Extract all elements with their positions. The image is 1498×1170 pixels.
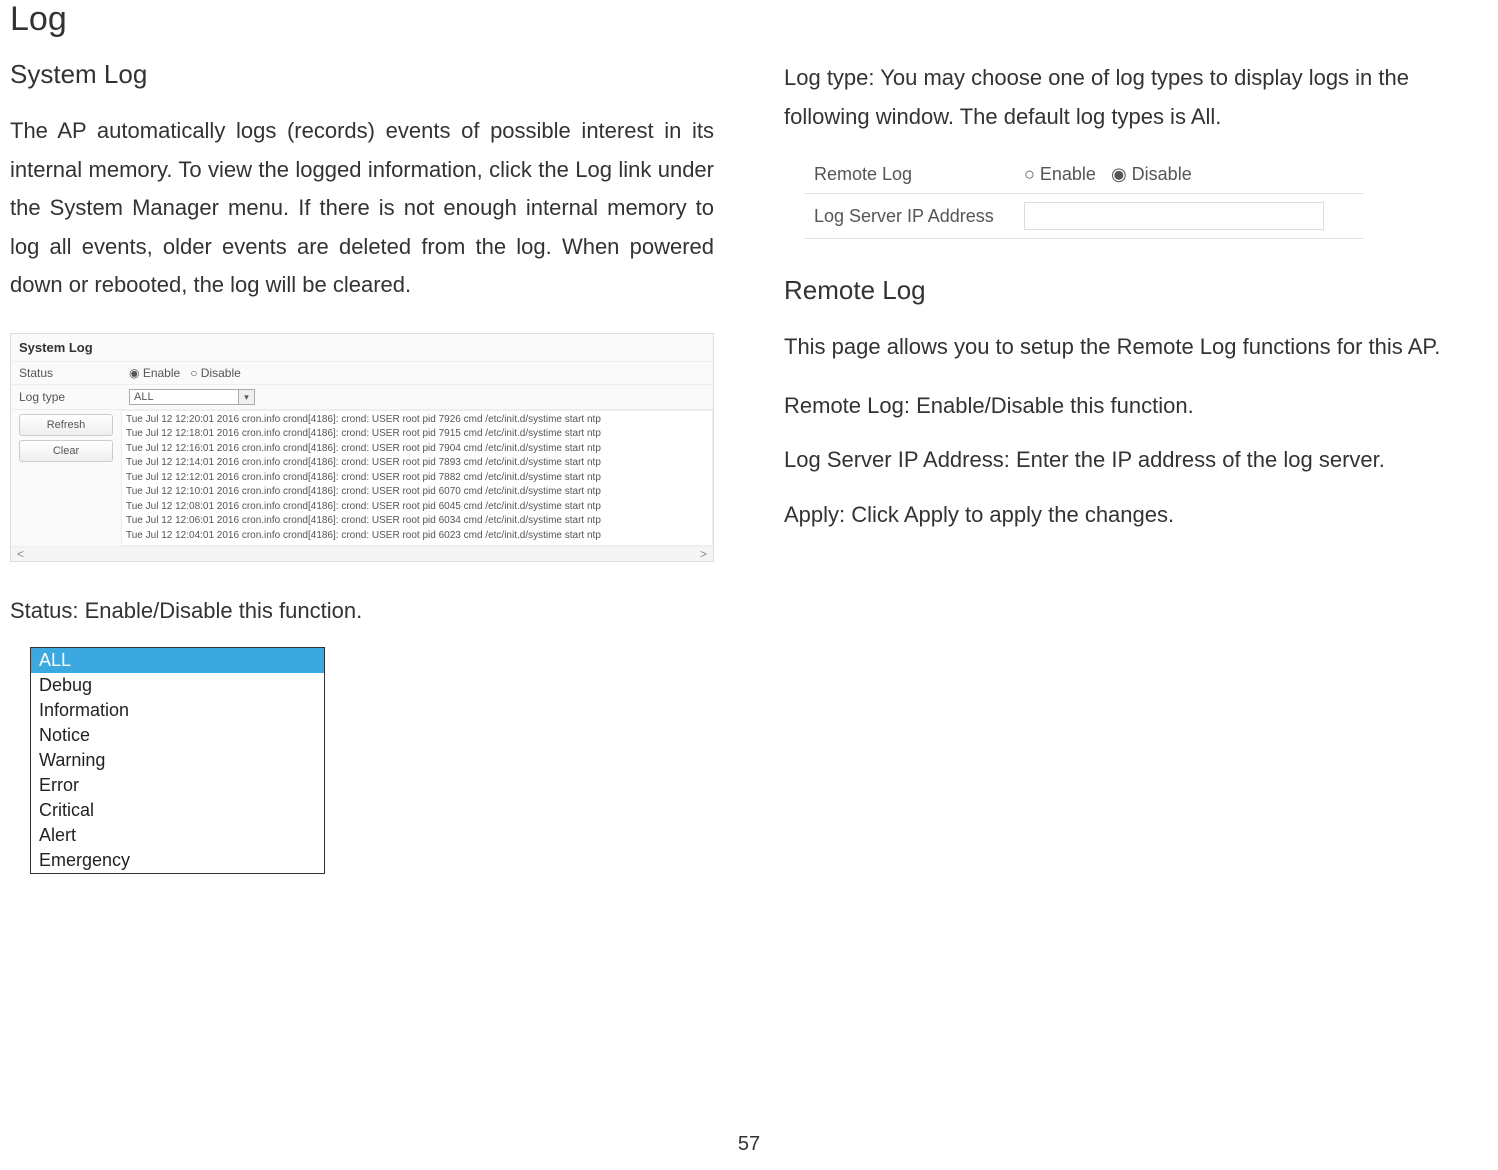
status-description: Status: Enable/Disable this function. bbox=[10, 592, 714, 631]
scroll-left-icon[interactable]: < bbox=[17, 547, 24, 561]
status-label: Status bbox=[19, 366, 129, 380]
remote-log-ip-text: Log Server IP Address: Enter the IP addr… bbox=[784, 441, 1488, 480]
system-log-panel-title: System Log bbox=[11, 334, 713, 361]
log-entry: Tue Jul 12 12:12:01 2016 cron.info crond… bbox=[126, 471, 708, 486]
remote-log-heading: Remote Log bbox=[784, 275, 1488, 306]
logtype-option-notice[interactable]: Notice bbox=[31, 723, 324, 748]
system-log-heading: System Log bbox=[10, 59, 714, 90]
scroll-right-icon[interactable]: > bbox=[700, 547, 707, 561]
status-disable-label: Disable bbox=[201, 366, 241, 380]
logtype-description: Log type: You may choose one of log type… bbox=[784, 59, 1488, 136]
log-entry: Tue Jul 12 12:18:01 2016 cron.info crond… bbox=[126, 427, 708, 442]
remote-disable-label: Disable bbox=[1132, 164, 1192, 184]
log-entry: Tue Jul 12 12:14:01 2016 cron.info crond… bbox=[126, 456, 708, 471]
logtype-option-warning[interactable]: Warning bbox=[31, 748, 324, 773]
remote-log-enable-text: Remote Log: Enable/Disable this function… bbox=[784, 387, 1488, 426]
right-column: Log type: You may choose one of log type… bbox=[784, 59, 1488, 874]
remote-log-row-label: Remote Log bbox=[804, 156, 1014, 194]
system-log-intro: The AP automatically logs (records) even… bbox=[10, 112, 714, 305]
log-entries: Tue Jul 12 12:20:01 2016 cron.info crond… bbox=[121, 410, 713, 547]
remote-disable-radio[interactable]: ◉ Disable bbox=[1111, 164, 1192, 184]
logtype-option-information[interactable]: Information bbox=[31, 698, 324, 723]
status-enable-label: Enable bbox=[143, 366, 180, 380]
logtype-label: Log type bbox=[19, 390, 129, 404]
clear-button[interactable]: Clear bbox=[19, 440, 113, 462]
chevron-down-icon[interactable]: ▾ bbox=[239, 389, 255, 405]
status-radio-group: ◉ Enable ○ Disable bbox=[129, 366, 241, 380]
log-server-ip-label: Log Server IP Address bbox=[804, 194, 1014, 239]
logtype-option-debug[interactable]: Debug bbox=[31, 673, 324, 698]
log-entry: Tue Jul 12 12:04:01 2016 cron.info crond… bbox=[126, 529, 708, 544]
log-entry: Tue Jul 12 12:06:01 2016 cron.info crond… bbox=[126, 514, 708, 529]
status-disable-radio[interactable]: ○ Disable bbox=[190, 366, 241, 380]
page-title: Log bbox=[10, 0, 1488, 39]
remote-enable-radio[interactable]: ○ Enable bbox=[1024, 164, 1096, 184]
remote-log-table: Remote Log ○ Enable ◉ Disable Log Server… bbox=[804, 156, 1364, 239]
log-entry: Tue Jul 12 12:08:01 2016 cron.info crond… bbox=[126, 500, 708, 515]
scrollbar[interactable]: <> bbox=[11, 546, 713, 561]
logtype-select[interactable]: ALL bbox=[129, 389, 239, 405]
logtype-option-critical[interactable]: Critical bbox=[31, 798, 324, 823]
page-number: 57 bbox=[738, 1133, 760, 1156]
logtype-rest: : You may choose one of log types to dis… bbox=[784, 65, 1409, 129]
log-entry: Tue Jul 12 12:20:01 2016 cron.info crond… bbox=[126, 413, 708, 428]
remote-log-intro: This page allows you to setup the Remote… bbox=[784, 328, 1488, 367]
logtype-option-all[interactable]: ALL bbox=[31, 648, 324, 673]
left-column: System Log The AP automatically logs (re… bbox=[10, 59, 714, 874]
logtype-option-error[interactable]: Error bbox=[31, 773, 324, 798]
system-log-panel: System Log Status ◉ Enable ○ Disable Log… bbox=[10, 333, 714, 563]
log-server-ip-input[interactable] bbox=[1024, 202, 1324, 230]
logtype-prefix: Log type bbox=[784, 65, 868, 90]
log-entry: Tue Jul 12 12:10:01 2016 cron.info crond… bbox=[126, 485, 708, 500]
logtype-dropdown-list[interactable]: ALL Debug Information Notice Warning Err… bbox=[30, 647, 325, 874]
log-entry: Tue Jul 12 12:16:01 2016 cron.info crond… bbox=[126, 442, 708, 457]
refresh-button[interactable]: Refresh bbox=[19, 414, 113, 436]
logtype-option-emergency[interactable]: Emergency bbox=[31, 848, 324, 873]
remote-enable-label: Enable bbox=[1040, 164, 1096, 184]
logtype-option-alert[interactable]: Alert bbox=[31, 823, 324, 848]
status-enable-radio[interactable]: ◉ Enable bbox=[129, 366, 180, 380]
apply-text: Apply: Click Apply to apply the changes. bbox=[784, 496, 1488, 535]
